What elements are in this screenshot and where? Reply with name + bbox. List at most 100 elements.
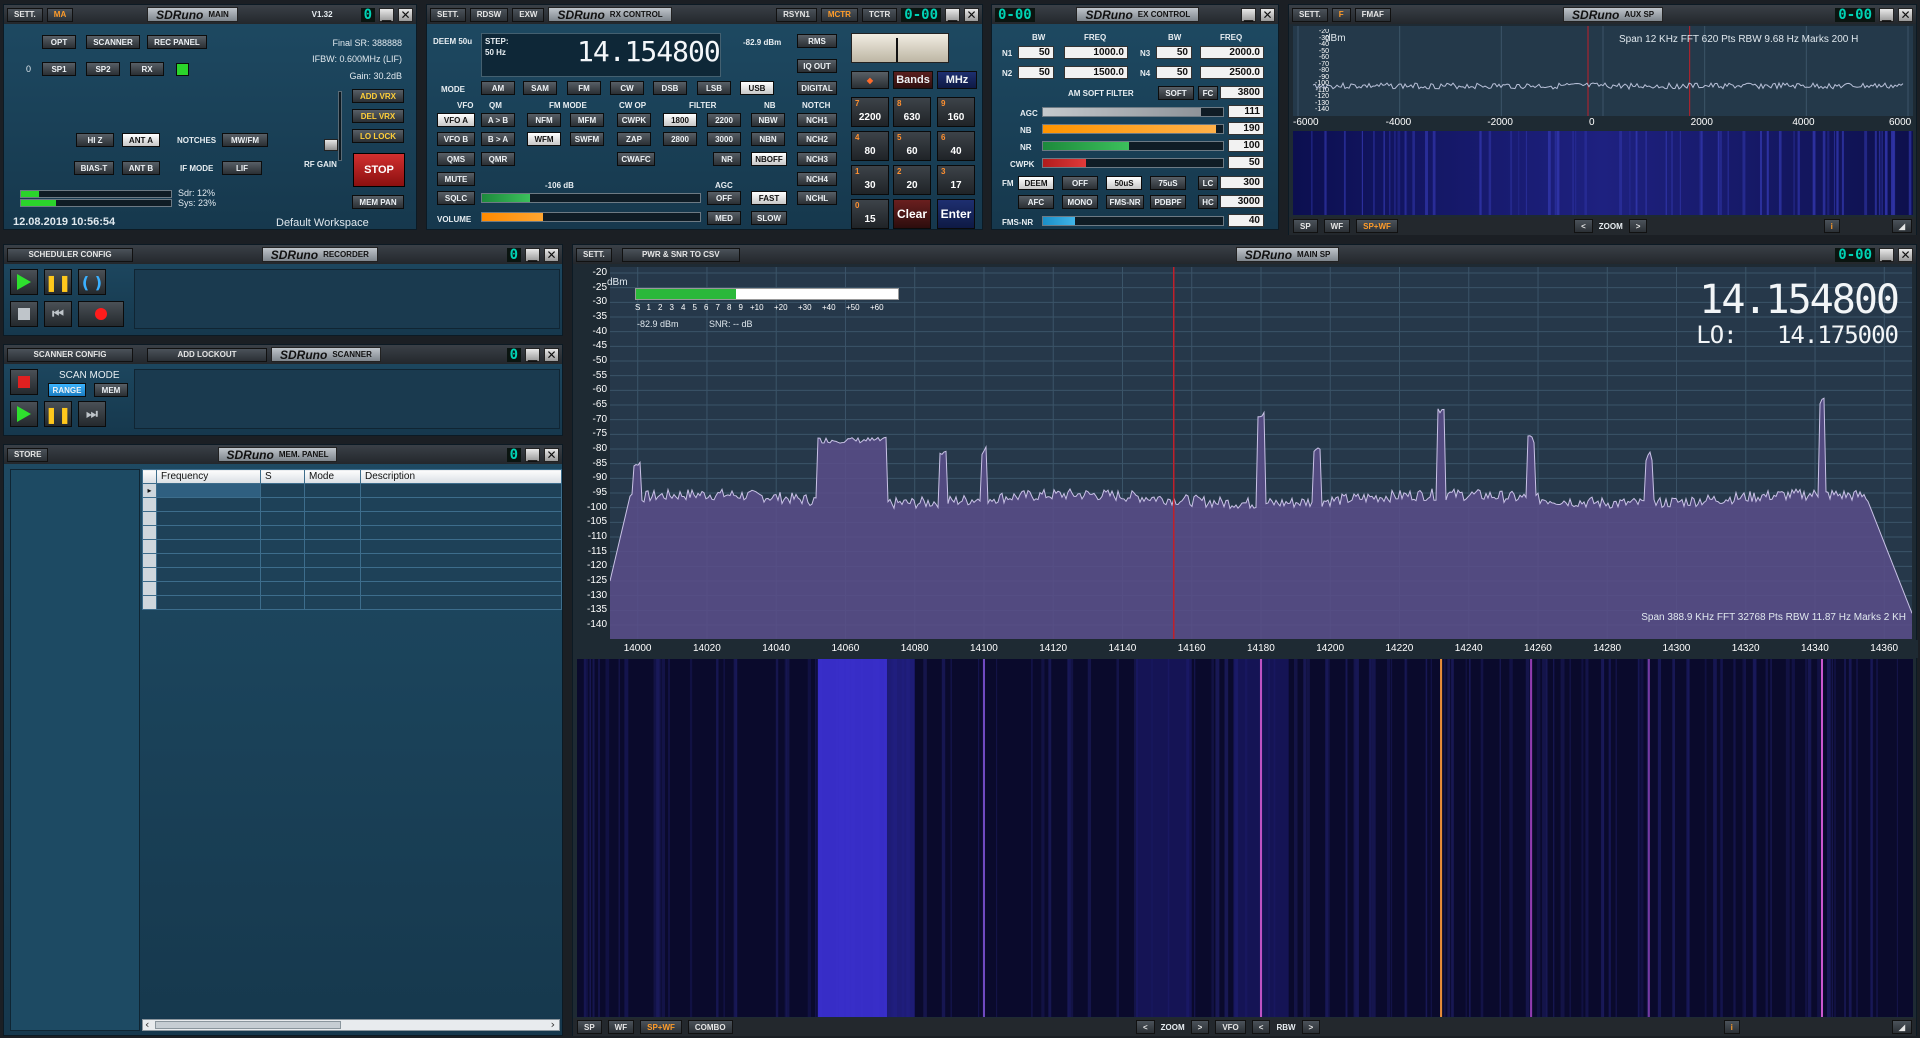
table-cell[interactable]	[260, 595, 305, 610]
table-row[interactable]	[142, 525, 562, 540]
table-cell[interactable]	[156, 567, 261, 582]
n1-freq-field[interactable]: 1000.0	[1064, 46, 1128, 59]
afc-button[interactable]: AFC	[1018, 195, 1054, 209]
table-cell[interactable]	[156, 539, 261, 554]
scan-skip-button[interactable]: ⏭	[78, 401, 106, 427]
iq-out-button[interactable]: IQ OUT	[797, 59, 837, 73]
del-vrx-button[interactable]: DEL VRX	[352, 109, 404, 123]
deem-50us-button[interactable]: 50uS	[1106, 176, 1142, 190]
main-zoom-out-button[interactable]: <	[1135, 1020, 1155, 1034]
aux-sp-button[interactable]: SP	[1293, 219, 1318, 233]
table-cell[interactable]	[304, 595, 361, 610]
table-cell[interactable]	[304, 511, 361, 526]
filter-2800-button[interactable]: 2800	[663, 132, 697, 146]
table-row[interactable]	[142, 497, 562, 512]
table-row[interactable]	[142, 553, 562, 568]
table-cell[interactable]	[260, 497, 305, 512]
table-cell[interactable]	[304, 567, 361, 582]
table-cell[interactable]	[156, 483, 261, 498]
keypad-7[interactable]: 7 2200	[851, 97, 889, 127]
rbw-up-button[interactable]: >	[1301, 1020, 1321, 1034]
combo-button[interactable]: COMBO	[687, 1020, 733, 1034]
exw-button[interactable]: EXW	[512, 7, 545, 22]
mode-am-button[interactable]: AM	[481, 81, 515, 95]
n4-freq-field[interactable]: 2500.0	[1200, 66, 1264, 79]
squelch-slider[interactable]	[481, 193, 701, 203]
table-cell[interactable]	[304, 553, 361, 568]
rx-sett-button[interactable]: SETT.	[430, 7, 466, 22]
keypad-6[interactable]: 6 40	[937, 131, 975, 161]
aux-spwf-button[interactable]: SP+WF	[1356, 219, 1398, 233]
filter-2200-button[interactable]: 2200	[707, 113, 741, 127]
ex-nr-value[interactable]: 100	[1228, 139, 1264, 152]
ex-cwpk-value[interactable]: 50	[1228, 156, 1264, 169]
fkey-button[interactable]: ◆	[851, 71, 889, 89]
close-icon[interactable]: ✕	[544, 347, 559, 362]
lif-button[interactable]: LIF	[222, 161, 262, 175]
close-icon[interactable]: ✕	[1260, 7, 1275, 22]
table-cell[interactable]	[156, 525, 261, 540]
resize-icon[interactable]: ◢	[1891, 219, 1912, 233]
rx-button[interactable]: RX	[130, 62, 164, 76]
tctr-button[interactable]: TCTR	[861, 7, 898, 22]
enter-button[interactable]: Enter	[937, 199, 975, 229]
mfm-button[interactable]: MFM	[570, 113, 604, 127]
mode-dsb-button[interactable]: DSB	[653, 81, 687, 95]
stop-record-button[interactable]	[10, 301, 38, 327]
rdsw-button[interactable]: RDSW	[469, 7, 509, 22]
sqlc-button[interactable]: SQLC	[437, 191, 475, 205]
deem-off-button[interactable]: OFF	[1062, 176, 1098, 190]
close-icon[interactable]: ✕	[964, 7, 979, 22]
table-row[interactable]	[142, 539, 562, 554]
minimize-icon[interactable]: ▁	[1879, 7, 1895, 22]
keypad-8[interactable]: 8 630	[893, 97, 931, 127]
agc-med-button[interactable]: MED	[707, 211, 741, 225]
aux-sett-button[interactable]: SETT.	[1292, 7, 1328, 22]
table-cell[interactable]	[260, 539, 305, 554]
scanner-button[interactable]: SCANNER	[86, 35, 140, 49]
table-cell[interactable]	[260, 553, 305, 568]
minimize-icon[interactable]: ▁	[525, 447, 541, 462]
bias-t-button[interactable]: BIAS-T	[74, 161, 114, 175]
mem-group-list[interactable]	[10, 469, 140, 1031]
mode-lsb-button[interactable]: LSB	[697, 81, 731, 95]
sp2-button[interactable]: SP2	[86, 62, 120, 76]
ex-nb-slider[interactable]	[1042, 124, 1224, 134]
add-vrx-button[interactable]: ADD VRX	[352, 89, 404, 103]
clear-button[interactable]: Clear	[893, 199, 931, 229]
col-description[interactable]: Description	[360, 469, 562, 484]
resize-icon[interactable]: ◢	[1891, 1020, 1913, 1034]
zap-button[interactable]: ZAP	[617, 132, 651, 146]
rewind-button[interactable]: ⏮	[44, 301, 72, 327]
rf-gain-slider[interactable]	[338, 91, 342, 161]
sp1-button[interactable]: SP1	[42, 62, 76, 76]
ant-a-button[interactable]: ANT A	[122, 133, 160, 147]
fms-nr-value[interactable]: 40	[1228, 214, 1264, 227]
minimize-icon[interactable]: ▁	[525, 347, 540, 362]
keypad-9[interactable]: 9 160	[937, 97, 975, 127]
minimize-icon[interactable]: ▁	[1879, 247, 1895, 262]
table-cell[interactable]	[156, 553, 261, 568]
filter-1800-button[interactable]: 1800	[663, 113, 697, 127]
table-cell[interactable]	[304, 539, 361, 554]
table-cell[interactable]	[360, 567, 562, 582]
mainsp-wf-button[interactable]: WF	[607, 1020, 635, 1034]
lo-lock-button[interactable]: LO LOCK	[352, 129, 404, 143]
mctr-button[interactable]: MCTR	[820, 7, 858, 22]
rbw-down-button[interactable]: <	[1251, 1020, 1271, 1034]
mem-button[interactable]: MEM	[94, 383, 128, 397]
table-row[interactable]	[142, 581, 562, 596]
aux-f-button[interactable]: F	[1331, 7, 1351, 22]
fms-nr-button[interactable]: FMS-NR	[1106, 195, 1144, 209]
keypad-2[interactable]: 2 20	[893, 165, 931, 195]
table-cell[interactable]	[260, 483, 305, 498]
fc-field[interactable]: 3800	[1220, 86, 1264, 99]
keypad-3[interactable]: 3 17	[937, 165, 975, 195]
nboff-button[interactable]: NBOFF	[751, 152, 787, 166]
col-frequency[interactable]: Frequency	[156, 469, 261, 484]
table-row[interactable]	[142, 595, 562, 610]
a-to-b-button[interactable]: A > B	[481, 113, 515, 127]
vfo-a-button[interactable]: VFO A	[437, 113, 475, 127]
table-cell[interactable]	[260, 511, 305, 526]
mode-usb-button[interactable]: USB	[740, 81, 774, 95]
